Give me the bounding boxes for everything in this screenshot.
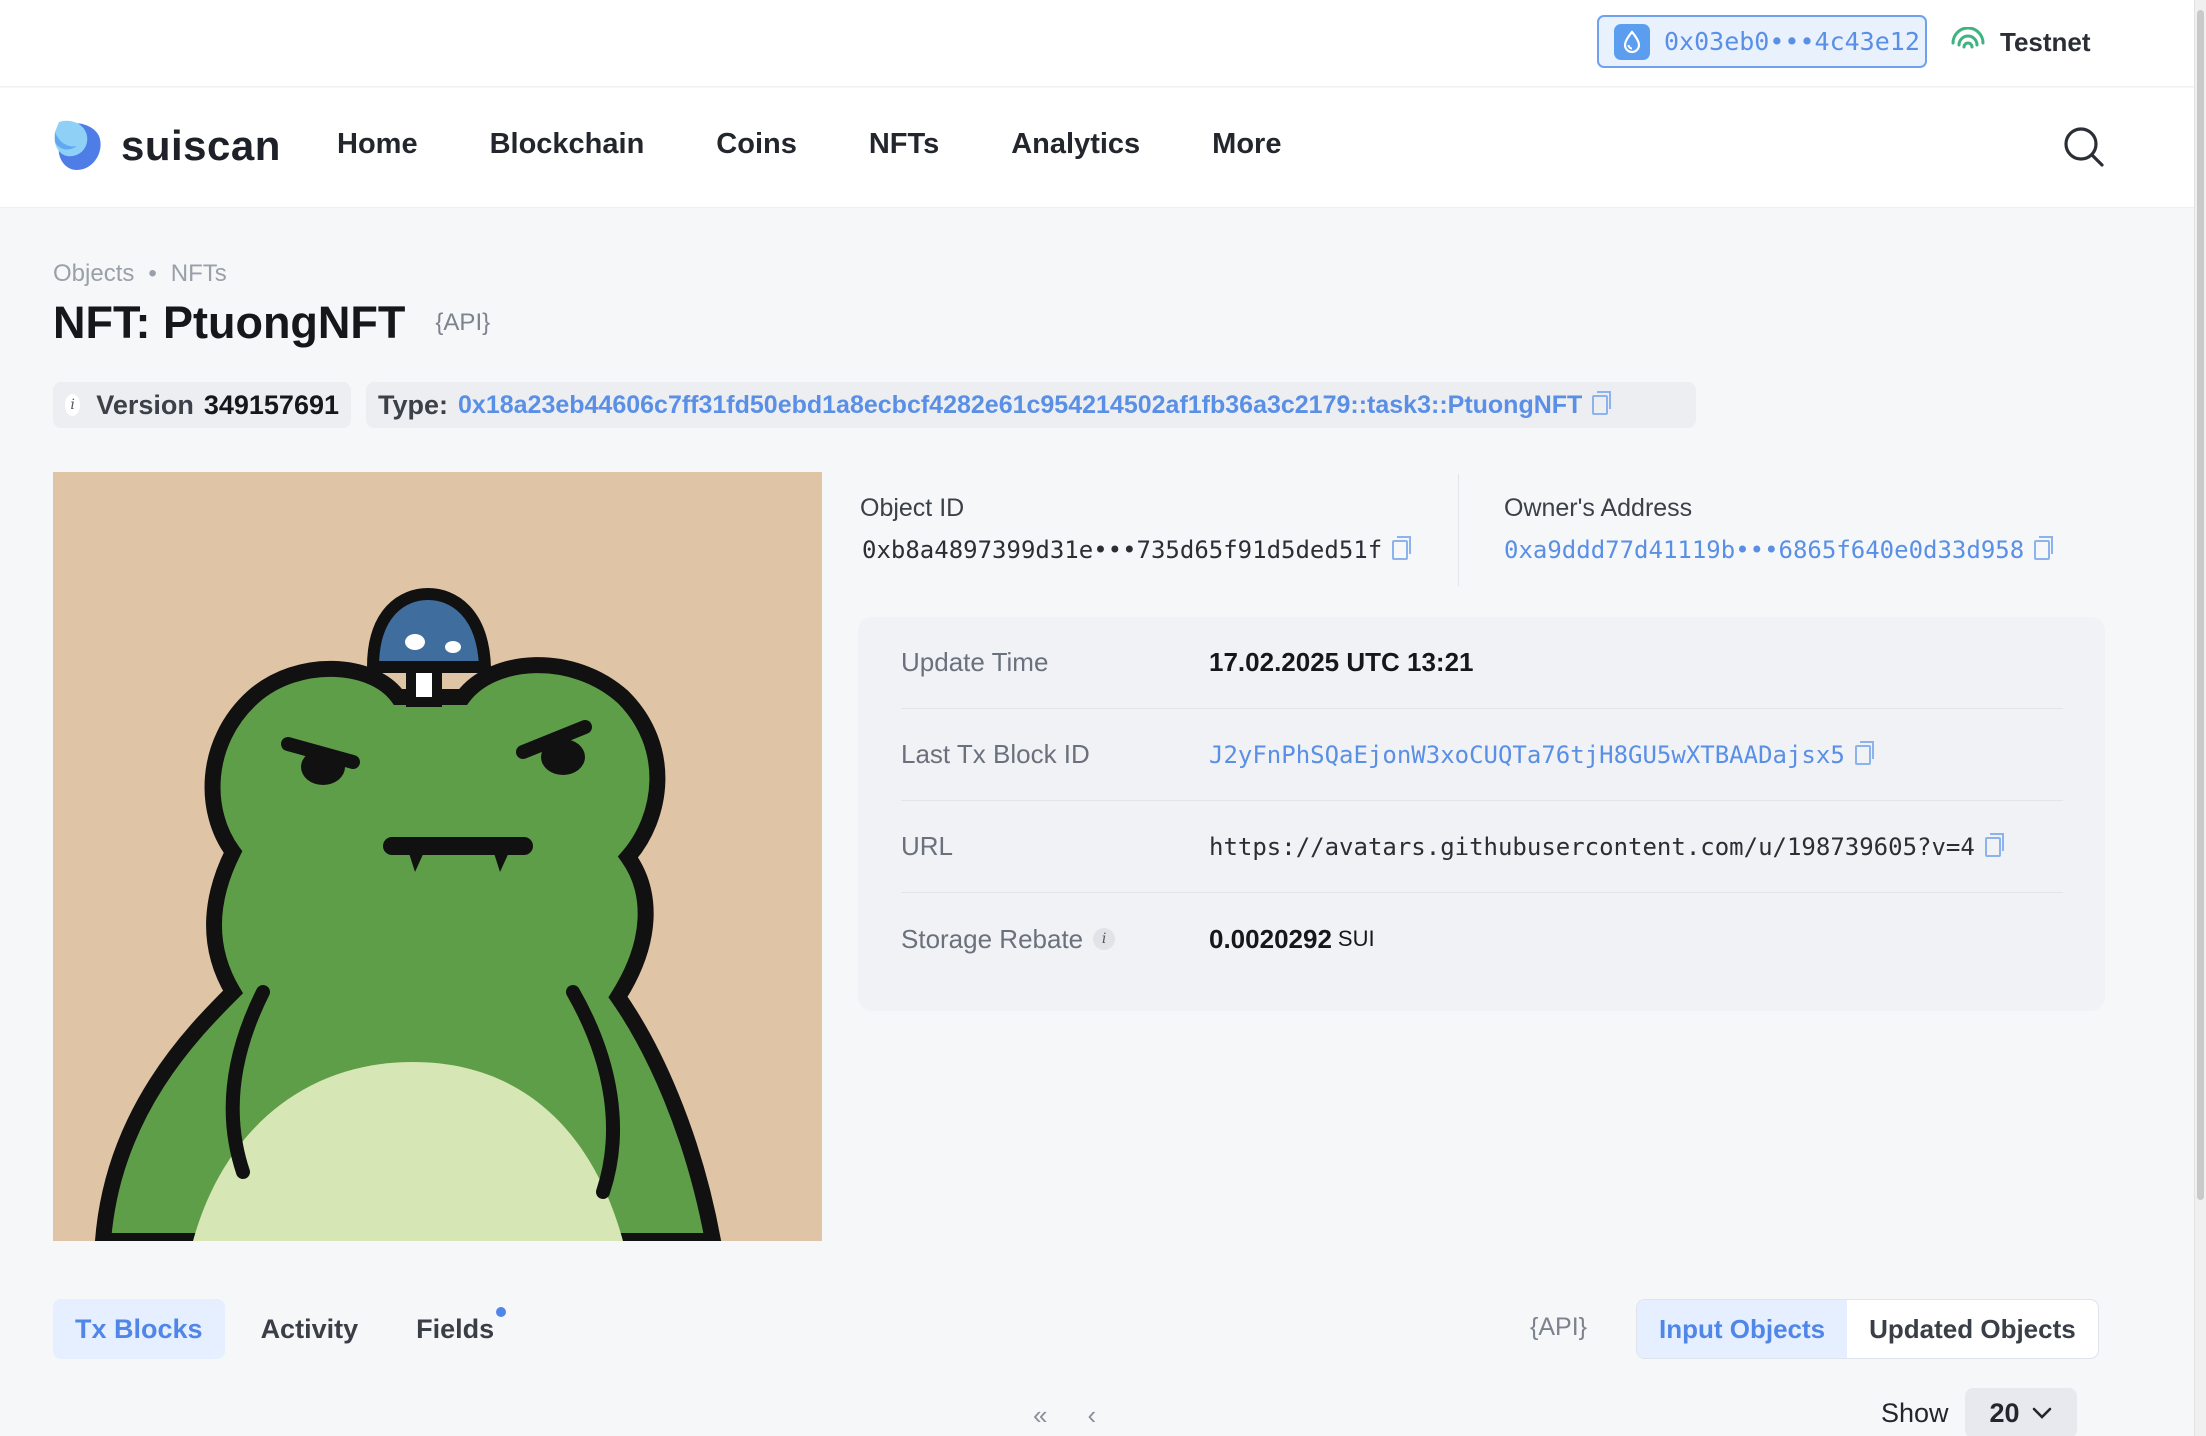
main-navbar: suiscan Home Blockchain Coins NFTs Analy… (0, 88, 2194, 208)
input-objects-button[interactable]: Input Objects (1637, 1300, 1848, 1358)
page-title: NFT: PtuongNFT {API} (53, 297, 490, 349)
wallet-address-button[interactable]: 0x03eb0•••4c43e12 (1597, 15, 1927, 68)
network-selector[interactable]: Testnet (1950, 22, 2091, 62)
detail-value: J2yFnPhSQaEjonW3xoCUQTa76tjH8GU5wXTBAADa… (1209, 740, 1874, 769)
suiscan-logo-icon (54, 120, 101, 170)
api-link[interactable]: {API} (435, 309, 490, 337)
detail-row-last-tx-block: Last Tx Block ID J2yFnPhSQaEjonW3xoCUQTa… (901, 709, 2063, 801)
tab-tx-blocks[interactable]: Tx Blocks (53, 1299, 225, 1359)
page-size-control: Show 20 (1881, 1388, 2077, 1436)
type-chip: Type: 0x18a23eb44606c7ff31fd50ebd1a8ecbc… (366, 382, 1696, 428)
nav-coins[interactable]: Coins (716, 128, 797, 161)
updated-objects-button[interactable]: Updated Objects (1847, 1300, 2098, 1358)
detail-key: URL (901, 831, 954, 861)
page-size-select[interactable]: 20 (1964, 1388, 2077, 1436)
prev-page-icon[interactable]: ‹ (1087, 1400, 1096, 1431)
nav-blockchain[interactable]: Blockchain (490, 128, 645, 161)
type-value-link[interactable]: 0x18a23eb44606c7ff31fd50ebd1a8ecbcf4282e… (458, 391, 1582, 420)
wallet-address: 0x03eb0•••4c43e12 (1664, 27, 1920, 56)
nav-analytics[interactable]: Analytics (1011, 128, 1140, 161)
signal-icon (1950, 26, 1986, 58)
detail-row-update-time: Update Time 17.02.2025 UTC 13:21 (901, 617, 2063, 709)
divider (1458, 474, 1459, 586)
storage-rebate-label: Storage Rebate (901, 923, 1084, 954)
nav-home[interactable]: Home (337, 128, 418, 161)
version-value: 349157691 (203, 389, 339, 420)
object-details-card: Update Time 17.02.2025 UTC 13:21 Last Tx… (858, 617, 2105, 1011)
object-id-label: Object ID (860, 494, 965, 522)
owner-address: 0xa9ddd77d41119b•••6865f640e0d33d958 (1504, 536, 2054, 564)
frog-illustration (94, 587, 722, 1241)
copy-icon[interactable] (1392, 536, 1412, 560)
breadcrumb-nfts[interactable]: NFTs (171, 260, 227, 288)
network-label: Testnet (2000, 26, 2091, 57)
first-page-icon[interactable]: « (1033, 1400, 1047, 1431)
objects-toggle: Input Objects Updated Objects (1636, 1299, 2099, 1359)
tab-fields-label: Fields (416, 1313, 495, 1344)
detail-key: Last Tx Block ID (901, 739, 1090, 769)
nav-menu: Home Blockchain Coins NFTs Analytics Mor… (337, 128, 1353, 161)
drop-icon (1614, 23, 1650, 60)
tab-fields[interactable]: Fields (394, 1299, 516, 1359)
type-label: Type: (378, 389, 449, 420)
copy-icon[interactable] (2034, 536, 2054, 560)
detail-value: 17.02.2025 UTC 13:21 (1209, 647, 1474, 677)
show-label: Show (1881, 1397, 1949, 1428)
detail-row-url: URL https://avatars.githubusercontent.co… (901, 801, 2063, 893)
breadcrumb-objects[interactable]: Objects (53, 260, 134, 288)
top-bar: 0x03eb0•••4c43e12 Testnet (0, 0, 2194, 87)
breadcrumb-separator: • (148, 260, 157, 287)
pagination: « ‹ (1033, 1400, 1096, 1431)
nft-image (53, 472, 822, 1241)
breadcrumb: Objects • NFTs (53, 260, 227, 288)
info-icon: i (65, 394, 81, 416)
detail-key: Update Time (901, 647, 1049, 677)
last-tx-block-link[interactable]: J2yFnPhSQaEjonW3xoCUQTa76tjH8GU5wXTBAADa… (1209, 741, 1845, 769)
scrollbar-thumb[interactable] (2197, 10, 2204, 1200)
tab-activity[interactable]: Activity (239, 1299, 381, 1359)
storage-rebate-value: 0.0020292 (1209, 923, 1332, 954)
nav-more[interactable]: More (1212, 128, 1281, 161)
copy-icon[interactable] (1854, 740, 1874, 765)
version-label: Version (96, 389, 194, 420)
notification-dot (496, 1307, 507, 1317)
detail-row-storage-rebate: Storage Rebate i 0.0020292 SUI (901, 893, 2063, 985)
storage-rebate-unit: SUI (1337, 926, 1375, 951)
tab-bar: Tx Blocks Activity Fields (53, 1299, 530, 1359)
copy-icon[interactable] (1592, 391, 1612, 415)
search-icon[interactable] (2062, 125, 2106, 174)
nav-nfts[interactable]: NFTs (869, 128, 939, 161)
url-value: https://avatars.githubusercontent.com/u/… (1209, 832, 1975, 861)
copy-icon[interactable] (1984, 832, 2004, 857)
page-title-text: NFT: PtuongNFT (53, 297, 406, 348)
detail-key: Storage Rebate i (901, 924, 1209, 955)
object-id: 0xb8a4897399d31e•••735d65f91d5ded51f (862, 536, 1412, 564)
object-id-value: 0xb8a4897399d31e•••735d65f91d5ded51f (862, 536, 1383, 564)
owner-address-link[interactable]: 0xa9ddd77d41119b•••6865f640e0d33d958 (1504, 536, 2024, 564)
brand-name: suiscan (121, 122, 281, 169)
version-chip: i Version 349157691 (53, 382, 351, 428)
page-size-value: 20 (1989, 1397, 2020, 1428)
suiscan-logo[interactable]: suiscan (53, 118, 281, 174)
owner-address-label: Owner's Address (1504, 494, 1693, 522)
detail-value: 0.0020292 SUI (1209, 924, 1375, 955)
chevron-down-icon (2032, 1407, 2051, 1419)
detail-value: https://avatars.githubusercontent.com/u/… (1209, 832, 2004, 861)
info-icon[interactable]: i (1093, 928, 1116, 950)
api-link[interactable]: {API} (1530, 1313, 1587, 1342)
